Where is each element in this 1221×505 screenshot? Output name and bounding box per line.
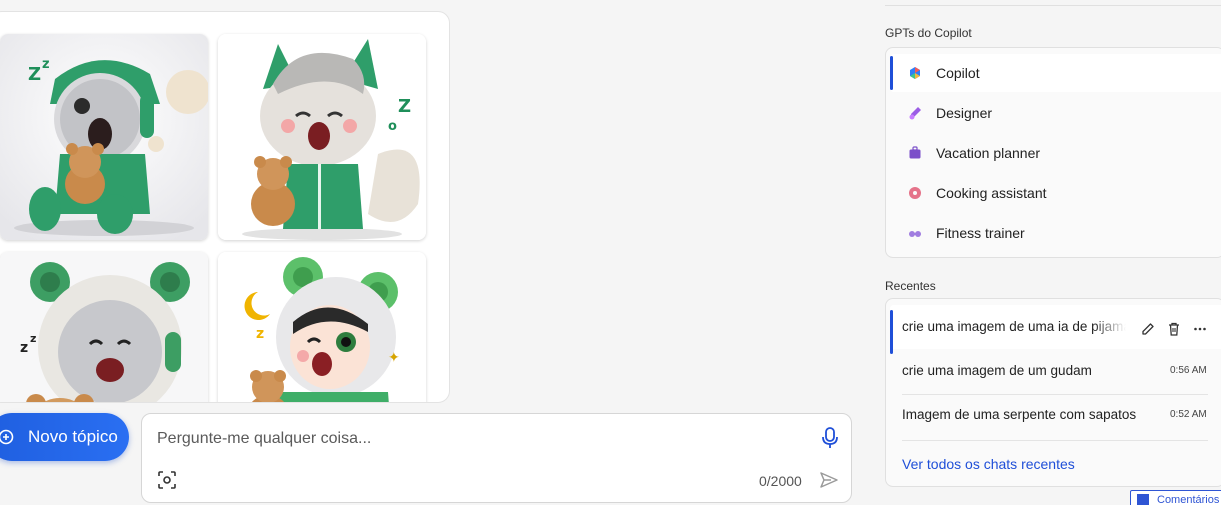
generated-image-2[interactable]: Z o bbox=[218, 34, 426, 240]
feedback-icon bbox=[1137, 494, 1149, 505]
char-counter: 0/2000 bbox=[759, 473, 802, 489]
recent-chat-time: 0:56 AM bbox=[1170, 365, 1207, 376]
recent-chat-item[interactable]: crie uma imagem de uma ia de pijama bbox=[890, 305, 1221, 354]
gpt-item-fitness-trainer[interactable]: Fitness trainer bbox=[890, 214, 1221, 252]
feedback-button[interactable]: Comentários bbox=[1130, 490, 1221, 505]
more-options-icon[interactable] bbox=[1192, 321, 1208, 337]
see-all-chats-link[interactable]: Ver todos os chats recentes bbox=[902, 456, 1075, 472]
feedback-label: Comentários bbox=[1157, 494, 1220, 505]
svg-text:Z: Z bbox=[398, 96, 411, 117]
sleepy-fox-image: Z o bbox=[218, 34, 426, 240]
recent-chat-title: crie uma imagem de uma ia de pijama bbox=[902, 319, 1126, 334]
svg-text:z: z bbox=[42, 57, 50, 72]
recent-chat-time: 0:52 AM bbox=[1170, 409, 1207, 420]
recent-chat-title: crie uma imagem de um gudam bbox=[902, 363, 1092, 378]
recents-section-label: Recentes bbox=[885, 279, 936, 293]
copilot-icon bbox=[910, 67, 920, 79]
svg-text:Z: Z bbox=[28, 64, 41, 85]
dumbbell-icon bbox=[909, 231, 921, 237]
svg-text:z: z bbox=[256, 326, 264, 342]
gpt-item-label: Cooking assistant bbox=[936, 185, 1047, 201]
generated-image-1[interactable]: Z z bbox=[0, 34, 208, 240]
svg-text:z: z bbox=[20, 340, 28, 356]
gpts-section-label: GPTs do Copilot bbox=[885, 26, 972, 40]
recent-chat-title: Imagem de uma serpente com sapatos bbox=[902, 407, 1137, 422]
chat-input-box: 0/2000 bbox=[141, 413, 852, 503]
gpt-item-vacation-planner[interactable]: Vacation planner bbox=[890, 134, 1221, 172]
new-topic-label: Novo tópico bbox=[28, 427, 118, 446]
svg-text:z: z bbox=[30, 332, 36, 345]
gpts-list: Copilot Designer Vacation planner Cookin… bbox=[885, 47, 1221, 258]
suitcase-icon bbox=[909, 146, 921, 159]
gpt-item-label: Vacation planner bbox=[936, 145, 1041, 161]
svg-text:✦: ✦ bbox=[388, 350, 400, 366]
gpt-item-designer[interactable]: Designer bbox=[890, 94, 1221, 132]
panel-top-divider bbox=[885, 5, 1221, 6]
sleeping-robot-image: Z z bbox=[0, 34, 208, 240]
recent-chat-item[interactable]: crie uma imagem de um gudam 0:56 AM bbox=[890, 349, 1221, 393]
chat-input-field[interactable] bbox=[157, 428, 797, 450]
image-scan-icon[interactable] bbox=[158, 471, 176, 489]
yawning-child-image: z ✦ bbox=[218, 252, 426, 402]
new-topic-button[interactable]: Novo tópico bbox=[0, 413, 129, 461]
designer-icon bbox=[909, 107, 921, 120]
edit-icon[interactable] bbox=[1140, 321, 1156, 337]
generated-image-3[interactable]: z z bbox=[0, 252, 208, 402]
new-chat-icon bbox=[0, 429, 14, 445]
recent-chat-item[interactable]: Imagem de uma serpente com sapatos 0:52 … bbox=[890, 393, 1221, 437]
send-icon[interactable] bbox=[819, 471, 839, 489]
gpt-item-label: Copilot bbox=[936, 65, 980, 81]
gpt-item-label: Designer bbox=[936, 105, 993, 121]
recents-list: crie uma imagem de uma ia de pijama crie… bbox=[885, 298, 1221, 487]
microphone-icon[interactable] bbox=[820, 426, 840, 450]
svg-text:o: o bbox=[388, 119, 397, 134]
generated-image-4[interactable]: z ✦ bbox=[218, 252, 426, 402]
image-results-card: Z z Z o z z z ✦ bbox=[0, 11, 450, 403]
donut-icon bbox=[909, 187, 921, 199]
gpt-item-label: Fitness trainer bbox=[936, 225, 1025, 241]
recents-divider bbox=[902, 440, 1208, 441]
delete-icon[interactable] bbox=[1166, 321, 1182, 337]
laughing-robot-bear-image: z z bbox=[0, 252, 208, 402]
gpt-item-cooking-assistant[interactable]: Cooking assistant bbox=[890, 174, 1221, 212]
gpt-item-copilot[interactable]: Copilot bbox=[890, 54, 1221, 92]
